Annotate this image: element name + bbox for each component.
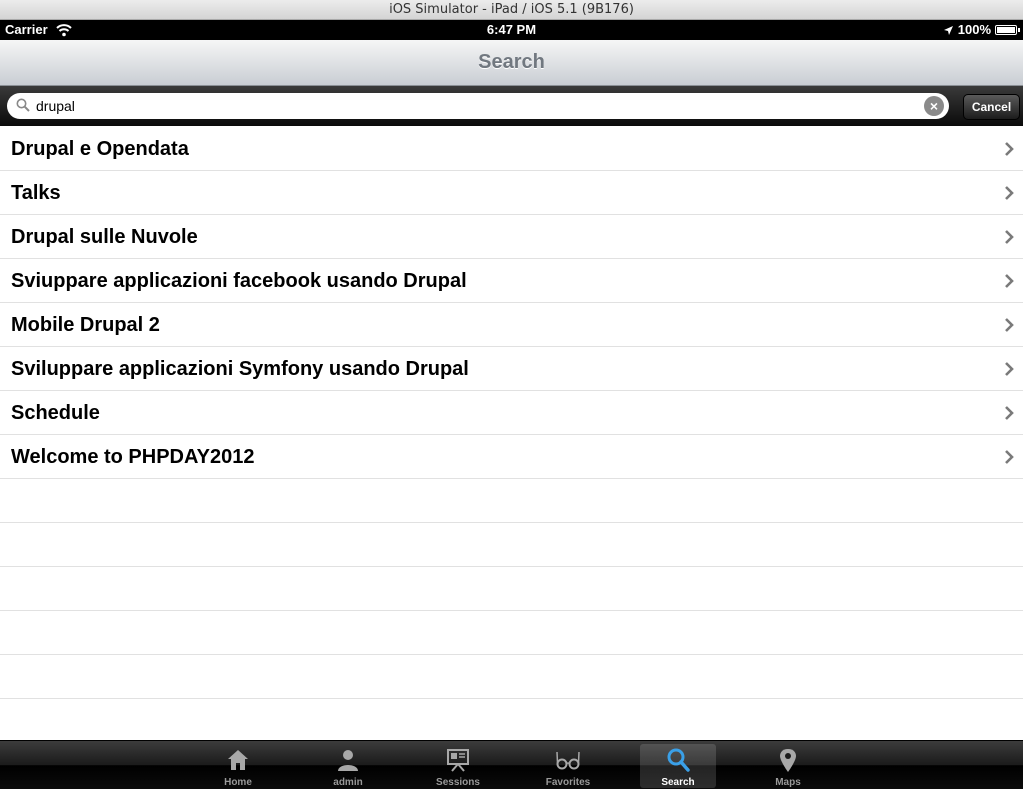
chevron-right-icon <box>1005 274 1014 288</box>
tab-favorites[interactable]: Favorites <box>530 744 606 788</box>
empty-row <box>0 611 1023 655</box>
tab-maps[interactable]: Maps <box>750 744 826 788</box>
chevron-right-icon <box>1005 318 1014 332</box>
tab-bar: Home admin Sessions Favorites Search Map… <box>0 740 1023 789</box>
location-arrow-icon <box>943 25 953 35</box>
magnifier-icon <box>16 98 30 112</box>
chevron-right-icon <box>1005 450 1014 464</box>
chevron-right-icon <box>1005 230 1014 244</box>
list-item[interactable]: Welcome to PHPDAY2012 <box>0 435 1023 479</box>
glasses-icon <box>556 751 580 770</box>
status-bar: Carrier 6:47 PM 100% <box>0 20 1023 40</box>
simulator-title: iOS Simulator - iPad / iOS 5.1 (9B176) <box>389 2 634 17</box>
list-item[interactable]: Schedule <box>0 391 1023 435</box>
tab-label: Maps <box>775 777 801 788</box>
list-item[interactable]: Talks <box>0 171 1023 215</box>
search-bar: × Cancel <box>0 86 1023 126</box>
list-item-label: Schedule <box>11 402 100 424</box>
home-icon <box>228 750 248 770</box>
list-item-label: Drupal sulle Nuvole <box>11 226 198 248</box>
chevron-right-icon <box>1005 362 1014 376</box>
tab-label: Home <box>224 777 252 788</box>
tab-search[interactable]: Search <box>640 744 716 788</box>
search-icon <box>667 748 690 772</box>
battery-icon <box>995 25 1020 35</box>
list-item-label: Mobile Drupal 2 <box>11 314 160 336</box>
list-item[interactable]: Sviluppare applicazioni Symfony usando D… <box>0 347 1023 391</box>
empty-row <box>0 655 1023 699</box>
battery-percent: 100% <box>957 22 991 37</box>
chevron-right-icon <box>1005 142 1014 156</box>
cancel-button[interactable]: Cancel <box>963 94 1020 120</box>
tab-home[interactable]: Home <box>200 744 276 788</box>
results-list: Drupal e Opendata Talks Drupal sulle Nuv… <box>0 127 1023 699</box>
list-item-label: Drupal e Opendata <box>11 138 189 160</box>
tab-label: Sessions <box>436 777 480 788</box>
empty-row <box>0 479 1023 523</box>
tab-sessions[interactable]: Sessions <box>420 744 496 788</box>
tab-label: Favorites <box>545 777 591 788</box>
list-item[interactable]: Mobile Drupal 2 <box>0 303 1023 347</box>
map-pin-icon <box>780 749 796 772</box>
person-icon <box>338 750 358 771</box>
clear-search-icon[interactable]: × <box>924 96 944 116</box>
search-field[interactable]: × <box>7 93 949 119</box>
status-time: 6:47 PM <box>486 22 537 37</box>
list-item-label: Welcome to PHPDAY2012 <box>11 446 255 468</box>
search-input[interactable] <box>36 96 916 116</box>
tab-label: admin <box>333 777 363 788</box>
list-item-label: Sviluppare applicazioni Symfony usando D… <box>11 358 469 380</box>
list-item-label: Talks <box>11 182 61 204</box>
list-item[interactable]: Sviuppare applicazioni facebook usando D… <box>0 259 1023 303</box>
list-item[interactable]: Drupal sulle Nuvole <box>0 215 1023 259</box>
simulator-title-bar: iOS Simulator - iPad / iOS 5.1 (9B176) <box>0 0 1023 20</box>
tab-admin[interactable]: admin <box>310 744 386 788</box>
chevron-right-icon <box>1005 406 1014 420</box>
page-title: Search <box>478 51 545 73</box>
empty-row <box>0 523 1023 567</box>
empty-row <box>0 567 1023 611</box>
tab-label: Search <box>661 777 695 788</box>
navigation-bar: Search <box>0 40 1023 86</box>
chevron-right-icon <box>1005 186 1014 200</box>
list-item-label: Sviuppare applicazioni facebook usando D… <box>11 270 467 292</box>
presentation-icon <box>447 749 469 772</box>
list-item[interactable]: Drupal e Opendata <box>0 127 1023 171</box>
